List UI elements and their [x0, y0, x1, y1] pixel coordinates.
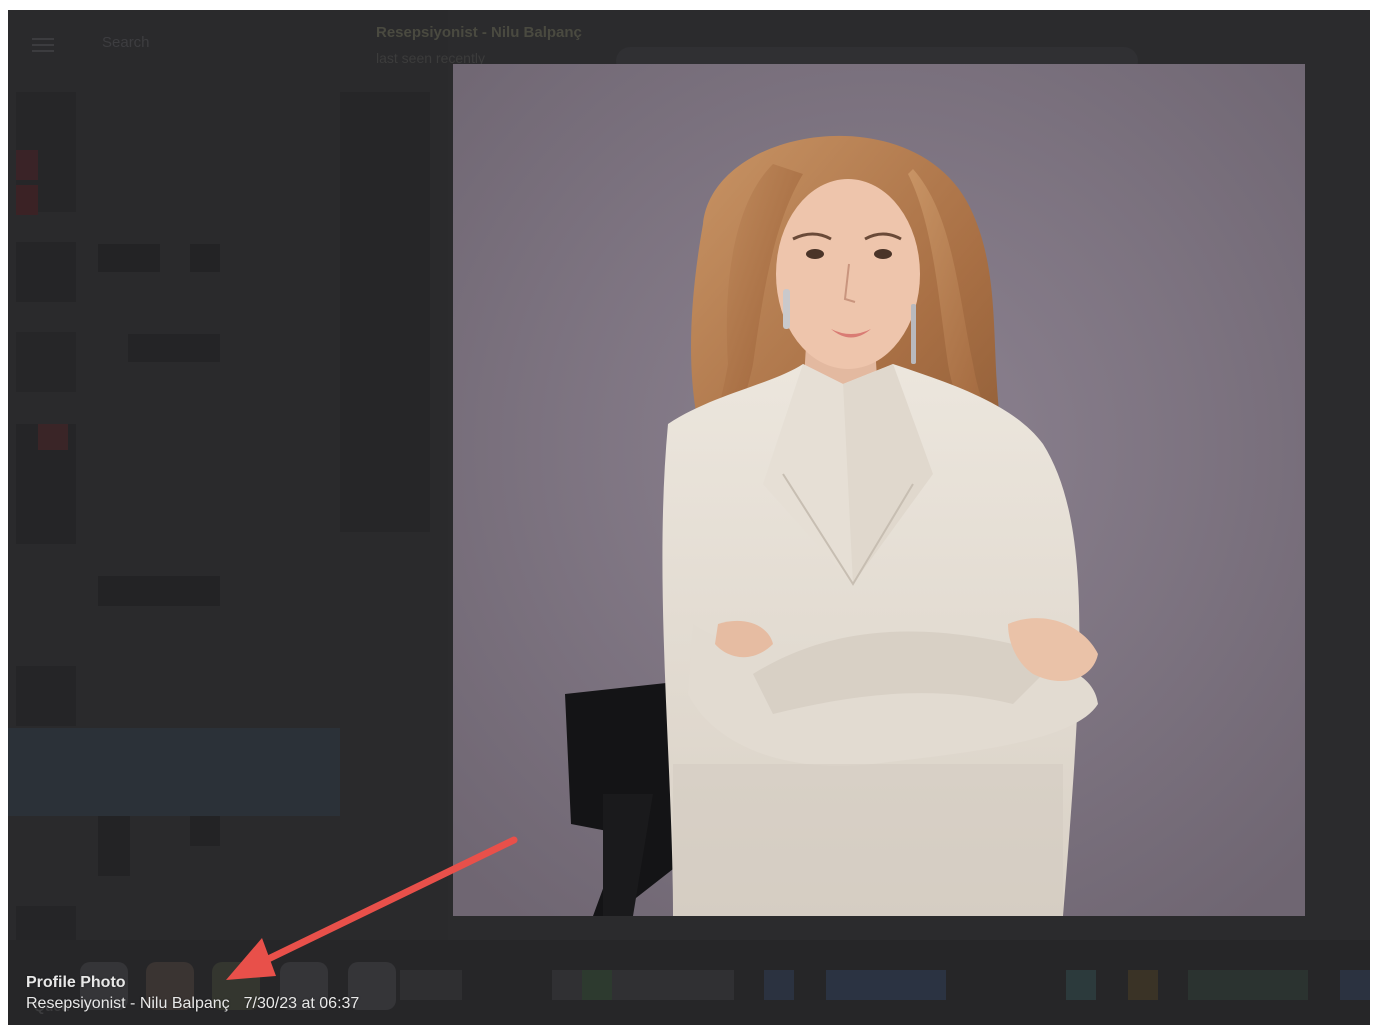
hamburger-icon[interactable] [32, 38, 54, 52]
list-item [98, 244, 160, 272]
list-item [98, 816, 130, 876]
list-item [190, 244, 220, 272]
toolbar-block [400, 970, 462, 1000]
toolbar-block [582, 970, 612, 1000]
profile-photo-image [453, 64, 1305, 916]
toolbar-block [1340, 970, 1370, 1000]
list-item[interactable] [16, 332, 76, 392]
caption-meta: Resepsiyonist - Nilu Balpanç 7/30/23 at 0… [26, 993, 373, 1014]
list-item [16, 906, 76, 940]
toolbar-block [1128, 970, 1158, 1000]
search-input[interactable]: Search [102, 34, 150, 51]
list-item [128, 334, 220, 362]
avatar [38, 424, 68, 450]
toolbar-block [826, 970, 946, 1000]
toolbar-block [764, 970, 794, 1000]
list-item [16, 666, 76, 726]
list-item [98, 576, 220, 606]
profile-photo-illustration [453, 64, 1305, 916]
toolbar-block [552, 970, 734, 1000]
list-item[interactable] [16, 242, 76, 302]
sidebar-header: Search [8, 10, 448, 80]
toolbar-block [1066, 970, 1096, 1000]
selected-chat-row[interactable] [8, 728, 340, 816]
caption-sender[interactable]: Resepsiyonist - Nilu Balpanç [26, 995, 230, 1012]
caption-title: Profile Photo [26, 974, 126, 991]
message-bubble [340, 92, 430, 532]
list-item [190, 816, 220, 846]
chat-header-title: Resepsiyonist - Nilu Balpanç [376, 24, 582, 41]
avatar [16, 150, 38, 180]
toolbar-block [1188, 970, 1308, 1000]
photo-caption: Profile Photo Resepsiyonist - Nilu Balpa… [26, 972, 373, 1014]
avatar [16, 185, 38, 215]
caption-date: 7/30/23 at 06:37 [243, 995, 360, 1012]
